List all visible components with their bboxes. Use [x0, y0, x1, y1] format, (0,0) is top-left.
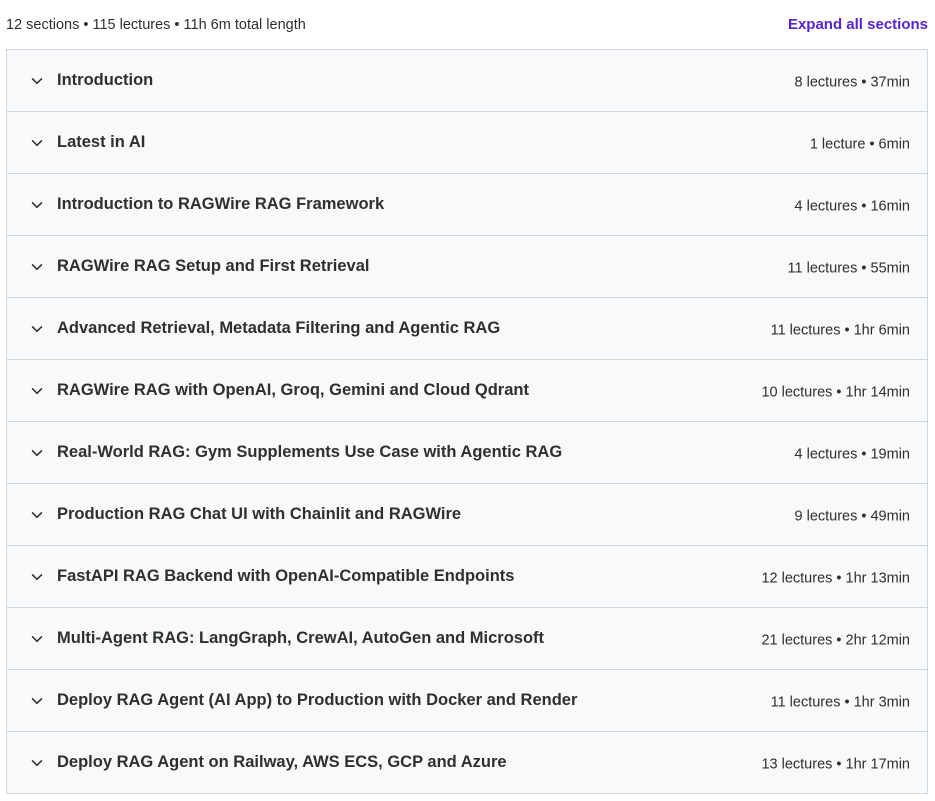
chevron-down-icon [31, 757, 43, 769]
section-row[interactable]: Multi-Agent RAG: LangGraph, CrewAI, Auto… [7, 608, 927, 670]
chevron-down-icon [31, 695, 43, 707]
section-title: FastAPI RAG Backend with OpenAI-Compatib… [57, 566, 515, 585]
section-lecture-info: 21 lectures • 2hr 12min [761, 631, 910, 648]
course-content-summary-bar: 12 sections • 115 lectures • 11h 6m tota… [0, 0, 935, 50]
chevron-down-icon [31, 261, 43, 273]
section-title: Introduction [57, 70, 154, 89]
section-lecture-info: 4 lectures • 19min [794, 445, 911, 462]
section-lecture-info: 1 lecture • 6min [809, 135, 910, 152]
section-lecture-info: 11 lectures • 1hr 3min [770, 693, 910, 710]
section-lecture-info: 4 lectures • 16min [794, 197, 911, 214]
section-row[interactable]: FastAPI RAG Backend with OpenAI-Compatib… [7, 546, 927, 608]
section-row[interactable]: RAGWire RAG Setup and First Retrieval 11… [7, 236, 927, 298]
section-title: Advanced Retrieval, Metadata Filtering a… [57, 318, 501, 337]
section-title: RAGWire RAG Setup and First Retrieval [57, 256, 370, 275]
section-lecture-info: 8 lectures • 37min [794, 73, 911, 90]
section-row[interactable]: Deploy RAG Agent on Railway, AWS ECS, GC… [7, 732, 927, 794]
section-lecture-info: 10 lectures • 1hr 14min [761, 383, 910, 400]
section-lecture-info: 11 lectures • 55min [787, 259, 910, 276]
section-row[interactable]: Production RAG Chat UI with Chainlit and… [7, 484, 927, 546]
section-title: Deploy RAG Agent (AI App) to Production … [57, 690, 578, 709]
course-summary-text: 12 sections • 115 lectures • 11h 6m tota… [6, 17, 306, 33]
chevron-down-icon [31, 385, 43, 397]
section-row[interactable]: Introduction to RAGWire RAG Framework 4 … [7, 174, 927, 236]
section-title: Real-World RAG: Gym Supplements Use Case… [57, 442, 563, 461]
chevron-down-icon [31, 571, 43, 583]
section-lecture-info: 9 lectures • 49min [794, 507, 911, 524]
section-title: RAGWire RAG with OpenAI, Groq, Gemini an… [57, 380, 529, 399]
section-row[interactable]: Introduction 8 lectures • 37min [7, 50, 927, 112]
section-row[interactable]: Deploy RAG Agent (AI App) to Production … [7, 670, 927, 732]
chevron-down-icon [31, 323, 43, 335]
section-row[interactable]: Advanced Retrieval, Metadata Filtering a… [7, 298, 927, 360]
section-row[interactable]: Latest in AI 1 lecture • 6min [7, 112, 927, 174]
section-title: Multi-Agent RAG: LangGraph, CrewAI, Auto… [57, 628, 545, 647]
chevron-down-icon [31, 199, 43, 211]
section-row[interactable]: RAGWire RAG with OpenAI, Groq, Gemini an… [7, 360, 927, 422]
chevron-down-icon [31, 447, 43, 459]
section-lecture-info: 12 lectures • 1hr 13min [761, 569, 910, 586]
section-title: Latest in AI [57, 132, 146, 151]
section-lecture-info: 11 lectures • 1hr 6min [770, 321, 910, 338]
section-title: Deploy RAG Agent on Railway, AWS ECS, GC… [57, 752, 507, 771]
section-title: Production RAG Chat UI with Chainlit and… [57, 504, 462, 523]
expand-all-sections-button[interactable]: Expand all sections [788, 16, 928, 33]
section-list: Introduction 8 lectures • 37min Latest i… [6, 49, 928, 794]
chevron-down-icon [31, 509, 43, 521]
chevron-down-icon [31, 137, 43, 149]
section-lecture-info: 13 lectures • 1hr 17min [761, 755, 910, 772]
chevron-down-icon [31, 633, 43, 645]
section-title: Introduction to RAGWire RAG Framework [57, 194, 385, 213]
section-row[interactable]: Real-World RAG: Gym Supplements Use Case… [7, 422, 927, 484]
chevron-down-icon [31, 75, 43, 87]
